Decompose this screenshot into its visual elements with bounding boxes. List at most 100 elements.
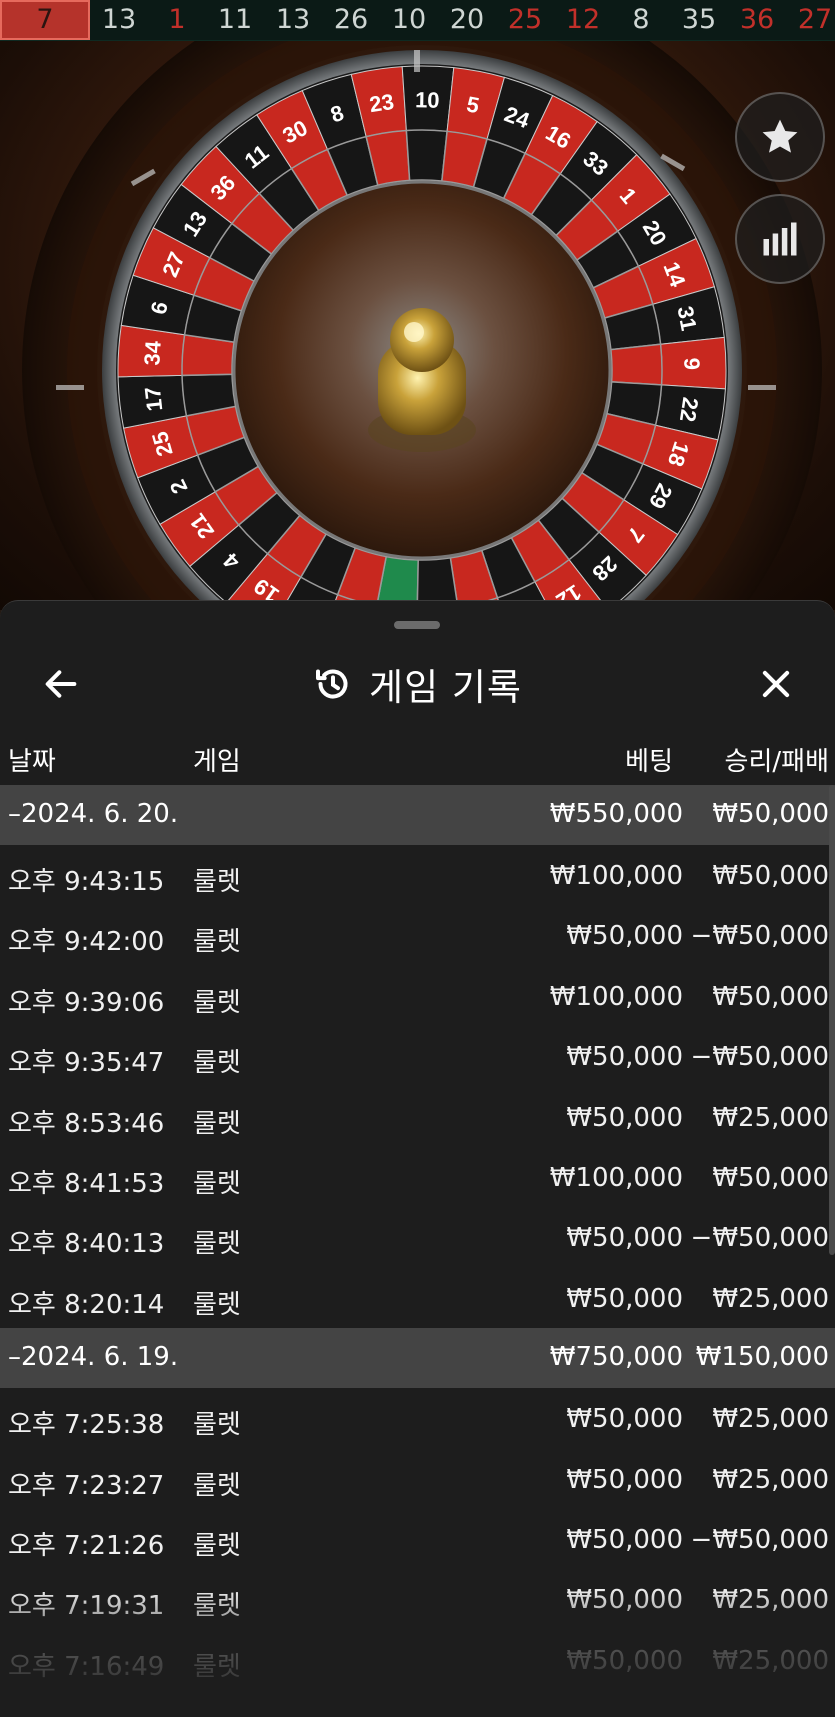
row-game: 룰렛 [193, 1410, 241, 1441]
row-bet: ₩100,000 [549, 981, 683, 1012]
row-game: 룰렛 [193, 1168, 241, 1199]
row-bet: ₩50,000 [566, 1283, 683, 1314]
row-time: 오후 7:21:26 [8, 1530, 165, 1561]
bar-chart-icon [763, 222, 797, 256]
row-time: 오후 9:39:06 [8, 987, 165, 1018]
column-header-date: 날짜 [8, 747, 56, 777]
history-row[interactable]: 오후 8:41:53 룰렛 ₩100,000 ₩50,000 [0, 1147, 835, 1207]
row-bet: ₩100,000 [549, 1162, 683, 1193]
recent-result: 36 [739, 4, 775, 35]
row-bet: ₩100,000 [549, 861, 683, 891]
wheel-pocket-number: 17 [140, 385, 167, 412]
wheel-slot [610, 343, 663, 386]
row-time: 오후 7:19:31 [8, 1591, 165, 1622]
row-time: 오후 7:16:49 [8, 1651, 165, 1682]
row-game: 룰렛 [193, 1289, 241, 1320]
row-time: 오후 8:53:46 [8, 1108, 165, 1139]
row-bet: ₩50,000 [566, 921, 683, 952]
group-result-total: ₩50,000 [712, 799, 829, 829]
close-button[interactable] [751, 659, 801, 709]
table-scrollbar[interactable] [829, 785, 835, 1255]
row-game: 룰렛 [193, 927, 241, 958]
row-result: ₩50,000 [712, 1162, 829, 1193]
wheel-pocket-number: 23 [368, 89, 396, 117]
row-game: 룰렛 [193, 1651, 241, 1682]
roulette-wheel-view: 0321519421225173462713361130823105241633… [0, 40, 835, 610]
recent-result: 20 [449, 4, 485, 35]
wheel-pocket-number: 10 [415, 87, 440, 112]
recent-result: 1 [168, 4, 186, 35]
sheet-drag-handle[interactable] [394, 621, 440, 629]
row-bet: ₩50,000 [566, 1464, 683, 1495]
row-bet: ₩50,000 [566, 1524, 683, 1555]
row-result: ₩50,000 [712, 861, 829, 891]
game-history-sheet: 게임 기록 날짜 게임 베팅 승리/패배 –2024. 6. 20. ₩550,0… [0, 600, 835, 1717]
history-row[interactable]: 오후 9:39:06 룰렛 ₩100,000 ₩50,000 [0, 966, 835, 1026]
history-row[interactable]: 오후 7:23:27 룰렛 ₩50,000 ₩25,000 [0, 1449, 835, 1509]
row-result: −₩50,000 [690, 1223, 829, 1254]
column-header-game: 게임 [193, 747, 241, 777]
sheet-header: 게임 기록 [0, 637, 835, 733]
group-date: –2024. 6. 19. [8, 1342, 179, 1373]
row-result: ₩25,000 [712, 1464, 829, 1495]
row-game: 룰렛 [193, 1048, 241, 1079]
sheet-title: 게임 기록 [369, 666, 522, 709]
group-result-total: ₩150,000 [695, 1342, 829, 1373]
row-result: ₩25,000 [712, 1283, 829, 1314]
history-row[interactable]: 오후 9:35:47 룰렛 ₩50,000 −₩50,000 [0, 1026, 835, 1086]
history-row[interactable]: 오후 9:43:15 룰렛 ₩100,000 ₩50,000 [0, 845, 835, 905]
row-time: 오후 9:35:47 [8, 1048, 165, 1079]
recent-result: 8 [632, 4, 650, 35]
history-row[interactable]: 오후 9:42:00 룰렛 ₩50,000 −₩50,000 [0, 905, 835, 965]
statistics-button[interactable] [735, 194, 825, 284]
row-game: 룰렛 [193, 1229, 241, 1260]
history-icon [316, 669, 348, 699]
history-row[interactable]: 오후 7:21:26 룰렛 ₩50,000 −₩50,000 [0, 1509, 835, 1569]
history-row[interactable]: 오후 8:40:13 룰렛 ₩50,000 −₩50,000 [0, 1207, 835, 1267]
row-time: 오후 8:41:53 [8, 1168, 165, 1199]
history-row[interactable]: 오후 7:19:31 룰렛 ₩50,000 ₩25,000 [0, 1569, 835, 1629]
column-header-result: 승리/패배 [724, 747, 829, 777]
recent-result: 12 [565, 4, 601, 35]
date-group-row[interactable]: –2024. 6. 19. ₩750,000 ₩150,000 [0, 1328, 835, 1389]
recent-results-strip: 7 13 1 11 13 26 10 20 25 12 8 35 36 27 [0, 0, 835, 41]
history-row[interactable]: 오후 7:25:38 룰렛 ₩50,000 ₩25,000 [0, 1388, 835, 1448]
wheel-pocket-number: 31 [672, 304, 701, 333]
wheel-pocket-number: 22 [675, 396, 703, 424]
history-table[interactable]: –2024. 6. 20. ₩550,000 ₩50,000 오후 9:43:15 룰렛… [0, 785, 835, 1690]
row-result: −₩50,000 [690, 921, 829, 952]
row-game: 룰렛 [193, 987, 241, 1018]
roulette-wheel: 0321519421225173462713361130823105241633… [22, 40, 822, 610]
wheel-pocket-number: 34 [139, 339, 166, 366]
row-result: −₩50,000 [690, 1524, 829, 1555]
recent-result: 26 [333, 4, 369, 35]
history-row[interactable]: 오후 7:16:49 룰렛 ₩50,000 ₩25,000 [0, 1630, 835, 1690]
roulette-game-screen: 7 13 1 11 13 26 10 20 25 12 8 35 36 27 1… [0, 0, 835, 1717]
row-time: 오후 9:42:00 [8, 927, 165, 958]
wheel-slot [405, 129, 448, 182]
date-group-row[interactable]: –2024. 6. 20. ₩550,000 ₩50,000 [0, 785, 835, 845]
history-row[interactable]: 오후 8:53:46 룰렛 ₩50,000 ₩25,000 [0, 1087, 835, 1147]
wheel-pocket-number: 9 [679, 357, 704, 370]
row-result: ₩25,000 [712, 1585, 829, 1616]
favorite-button[interactable] [735, 92, 825, 182]
close-icon [762, 670, 790, 698]
table-header: 날짜 게임 베팅 승리/패배 [0, 731, 835, 785]
row-game: 룰렛 [193, 1108, 241, 1139]
latest-result: 7 [0, 0, 90, 40]
history-row[interactable]: 오후 8:20:14 룰렛 ₩50,000 ₩25,000 [0, 1268, 835, 1328]
row-game: 룰렛 [193, 1530, 241, 1561]
row-result: ₩25,000 [712, 1645, 829, 1676]
row-time: 오후 8:40:13 [8, 1229, 165, 1260]
recent-result: 27 [797, 4, 833, 35]
row-result: ₩25,000 [712, 1404, 829, 1435]
recent-result: 13 [275, 4, 311, 35]
recent-result: 25 [507, 4, 543, 35]
row-result: ₩25,000 [712, 1102, 829, 1133]
row-bet: ₩50,000 [566, 1102, 683, 1133]
row-result: ₩50,000 [712, 981, 829, 1012]
row-bet: ₩50,000 [566, 1585, 683, 1616]
row-bet: ₩50,000 [566, 1223, 683, 1254]
recent-result: 13 [101, 4, 137, 35]
column-header-bet: 베팅 [625, 747, 673, 777]
